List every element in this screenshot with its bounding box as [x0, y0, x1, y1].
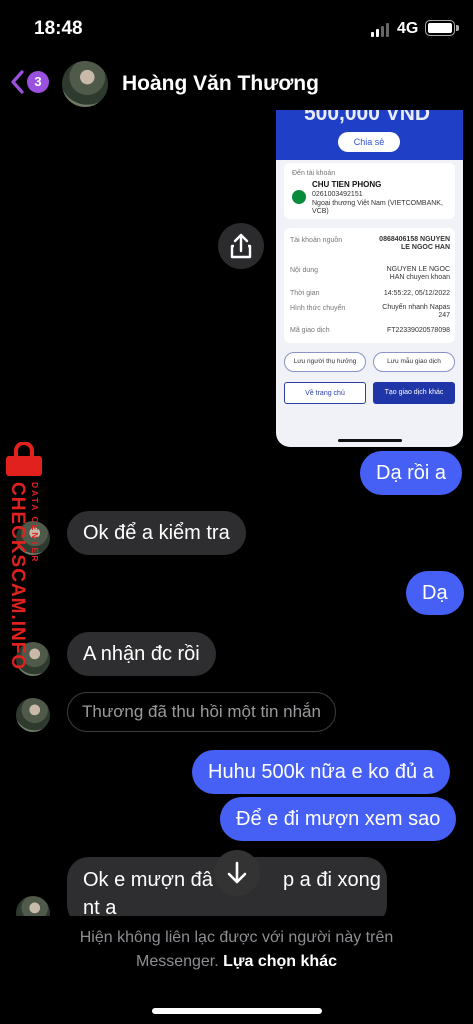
- recipient-card: Đến tài khoản CHU TIEN PHONG 02610034921…: [284, 163, 455, 219]
- notice-line1: Hiện không liên lạc được với người này t…: [79, 929, 394, 946]
- message-text: p a đi xong: [283, 869, 381, 891]
- contact-avatar[interactable]: [62, 61, 108, 107]
- share-button[interactable]: [218, 223, 264, 269]
- detail-value: NGUYEN LE NGOC HAN chuyen khoan: [386, 266, 450, 281]
- status-bar: 18:48 4G: [0, 0, 473, 56]
- scroll-to-bottom-button[interactable]: [214, 850, 260, 896]
- incoming-message[interactable]: Ok để a kiểm tra: [67, 511, 246, 555]
- receipt-share-pill: Chia sẻ: [338, 132, 400, 152]
- share-label: Chia sẻ: [353, 137, 385, 147]
- message-text: Ok e mượn đâ: [83, 869, 213, 891]
- outgoing-message[interactable]: Để e đi mượn xem sao: [220, 797, 457, 841]
- bank-logo-icon: [292, 190, 306, 204]
- detail-label: Hình thức chuyển: [290, 305, 346, 312]
- to-name: CHU TIEN PHONG: [312, 180, 382, 189]
- save-template-button: Lưu mẫu giao dịch: [373, 352, 455, 372]
- to-account-label: Đến tài khoản: [292, 170, 336, 177]
- detail-label: Nội dung: [290, 267, 319, 274]
- save-recipient-button: Lưu người thụ hưởng: [284, 352, 366, 372]
- outgoing-message[interactable]: Dạ rồi a: [360, 451, 463, 495]
- unread-badge[interactable]: 3: [27, 71, 49, 93]
- incoming-message[interactable]: A nhận đc rồi: [67, 632, 216, 676]
- battery-icon: [425, 20, 459, 36]
- footer-notice: Hiện không liên lạc được với người này t…: [0, 916, 473, 1024]
- signal-icon: [371, 23, 391, 37]
- outgoing-message[interactable]: Huhu 500k nữa e ko đủ a: [192, 750, 450, 794]
- detail-label: Thời gian: [290, 290, 320, 297]
- sender-avatar[interactable]: [16, 698, 50, 732]
- unsent-message-notice: Thương đã thu hồi một tin nhắn: [67, 692, 336, 732]
- to-bank: Ngoại thương Việt Nam (VIETCOMBANK, VCB): [312, 200, 443, 215]
- receipt-amount: 500,000 VND: [304, 110, 431, 125]
- clock: 18:48: [34, 18, 83, 39]
- other-options-link[interactable]: Lựa chọn khác: [223, 953, 337, 970]
- notice-line2-prefix: Messenger.: [135, 953, 219, 970]
- detail-value: FT22339020578098: [386, 327, 450, 334]
- share-icon: [230, 233, 252, 259]
- outgoing-message[interactable]: Dạ: [406, 571, 464, 615]
- chat-header: 3 Hoàng Văn Thương: [0, 56, 473, 110]
- detail-label: Mã giao dịch: [290, 327, 330, 334]
- watermark: CHECKSCAM.INFO DATA CENTER: [0, 438, 56, 670]
- watermark-tag: DATA CENTER: [30, 482, 40, 564]
- home-indicator[interactable]: [152, 1008, 322, 1014]
- to-number: 0261003492151: [312, 191, 363, 198]
- home-button: Về trang chủ: [284, 382, 366, 404]
- watermark-brand: CHECKSCAM.INFO: [7, 482, 28, 671]
- detail-value: Chuyển nhanh Napas 247: [382, 304, 450, 319]
- receipt-image[interactable]: 500,000 VND Chia sẻ Đến tài khoản CHU TI…: [276, 110, 463, 447]
- unreachable-notice: Hiện không liên lạc được với người này t…: [0, 926, 473, 974]
- transaction-details-card: Tài khoản nguồn 0868406158 NGUYEN LE NGO…: [284, 228, 455, 343]
- network-type: 4G: [397, 20, 419, 37]
- contact-name[interactable]: Hoàng Văn Thương: [122, 72, 319, 96]
- back-chevron-icon[interactable]: [8, 68, 28, 96]
- new-transaction-button: Tạo giao dịch khác: [373, 382, 455, 404]
- detail-value: 0868406158 NGUYEN LE NGOC HAN: [379, 236, 450, 251]
- detail-value: 14:55:22, 05/12/2022: [383, 290, 450, 297]
- receipt-home-indicator: [338, 439, 402, 442]
- lock-icon: [6, 442, 42, 476]
- arrow-down-icon: [227, 861, 247, 884]
- detail-label: Tài khoản nguồn: [290, 237, 343, 244]
- notice-line2: Messenger. Lựa chọn khác: [0, 950, 473, 974]
- receipt-header: 500,000 VND Chia sẻ: [276, 110, 463, 160]
